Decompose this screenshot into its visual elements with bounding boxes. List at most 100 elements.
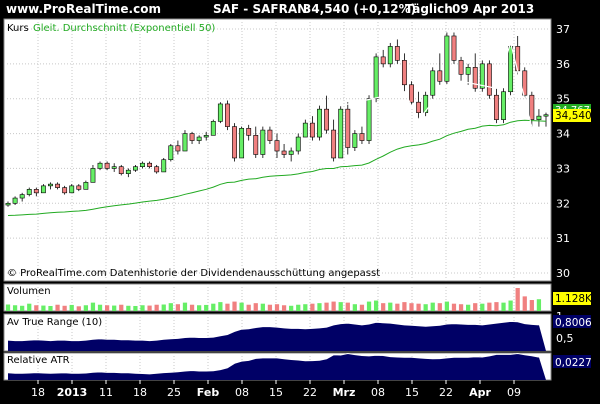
chart-window: www.ProRealTime.com SAF - SAFRAN 34,540 … — [0, 0, 600, 400]
volume-bar — [466, 304, 471, 311]
volume-bar — [324, 302, 329, 311]
volume-bar — [5, 304, 11, 311]
volume-bar — [126, 305, 131, 311]
volume-bar — [359, 304, 365, 311]
x-tick-label: 18 — [31, 386, 45, 399]
last-change-label: 34,540 (+0,12%) — [303, 2, 416, 16]
candle-body — [5, 202, 11, 206]
price-panel-footer: © ProRealTime.com Datenhistorie der Divi… — [7, 268, 380, 279]
candle-body — [373, 56, 379, 100]
volume-bar — [352, 304, 357, 311]
candle-body — [345, 108, 351, 148]
volume-bar — [473, 303, 478, 311]
y-tick-label: 32 — [556, 197, 570, 210]
candle-body — [239, 128, 245, 159]
candle-body — [486, 63, 492, 96]
volume-bar — [232, 301, 237, 311]
volume-bar — [119, 304, 124, 311]
candle-body — [203, 135, 209, 138]
volume-bar — [501, 302, 506, 311]
volume-bar — [409, 303, 414, 311]
volume-bar — [34, 305, 39, 311]
candle-body — [451, 35, 457, 61]
candle-body — [331, 129, 337, 159]
volume-bar — [515, 288, 520, 311]
volume-bar — [416, 303, 421, 311]
volume-bar — [62, 305, 67, 311]
candle-body — [267, 129, 273, 141]
volume-bar — [310, 303, 315, 311]
volume-bar — [55, 304, 60, 311]
y-tick-label: 36 — [556, 58, 570, 71]
volume-bar — [48, 305, 53, 311]
y-tick-label: 0,5 — [556, 332, 574, 345]
candle-body — [26, 189, 32, 195]
volume-label: Volumen — [7, 286, 51, 297]
y-tick-label: 34 — [556, 128, 570, 141]
candle-body — [416, 101, 422, 113]
candle-body — [536, 115, 542, 120]
volume-bar — [388, 302, 393, 311]
atr-label: Av True Range (10) — [7, 317, 102, 328]
candle-body — [430, 70, 436, 96]
candle-body — [281, 150, 287, 155]
x-tick-label: 08 — [235, 386, 249, 399]
x-tick-label: 2013 — [57, 386, 88, 399]
candle-body — [118, 166, 124, 174]
candle-body — [359, 133, 365, 141]
candle-body — [76, 185, 82, 190]
candle-body — [154, 166, 160, 173]
x-tick-label: Mrz — [333, 386, 356, 399]
volume-tag: 1.128K — [555, 293, 593, 305]
candle-body — [175, 145, 181, 152]
volume-bar — [97, 304, 103, 311]
candle-body — [288, 150, 294, 155]
candle-body — [437, 70, 443, 82]
volume-bar — [494, 302, 499, 311]
x-tick-label: 18 — [133, 386, 147, 399]
volume-bar — [104, 305, 110, 311]
candle-body — [140, 162, 145, 167]
volume-bar — [147, 305, 152, 311]
volume-bar — [536, 299, 542, 311]
candle-body — [387, 46, 393, 65]
x-tick-label: 08 — [371, 386, 385, 399]
volume-bar — [437, 303, 442, 311]
candle-body — [90, 168, 96, 183]
candle-body — [182, 133, 188, 152]
candle-body — [380, 56, 386, 65]
candle-body — [274, 140, 280, 152]
candle-body — [196, 136, 202, 141]
volume-bar — [274, 304, 280, 311]
candle-body — [465, 67, 471, 75]
candle-body — [508, 46, 514, 93]
x-tick-label: 22 — [303, 386, 317, 399]
volume-bar — [458, 304, 464, 311]
atr-tag: 0,8006 — [555, 317, 592, 329]
candle-body — [317, 108, 322, 138]
x-tick-label: 15 — [405, 386, 419, 399]
x-tick-label: 15 — [269, 386, 283, 399]
candle-body — [295, 136, 301, 152]
volume-bar — [296, 304, 301, 311]
volume-bar — [41, 305, 46, 311]
candle-body — [324, 108, 329, 131]
candle-body — [501, 91, 506, 120]
volume-bar — [529, 300, 534, 311]
legend-kurs: Kurs — [7, 23, 29, 34]
volume-bar — [182, 302, 188, 311]
candle-body — [132, 166, 138, 171]
x-tick-label: 11 — [99, 386, 113, 399]
volume-bar — [381, 303, 386, 311]
candle-body — [19, 194, 25, 199]
date-label: 09 Apr 2013 — [452, 2, 534, 16]
volume-bar — [402, 302, 407, 311]
candle-body — [302, 122, 308, 138]
volume-bar — [27, 303, 32, 311]
candle-body — [352, 133, 358, 148]
candle-body — [55, 183, 60, 188]
candle-body — [97, 162, 103, 169]
candle-body — [529, 94, 535, 120]
volume-bar — [345, 302, 350, 311]
candle-body — [69, 185, 75, 194]
